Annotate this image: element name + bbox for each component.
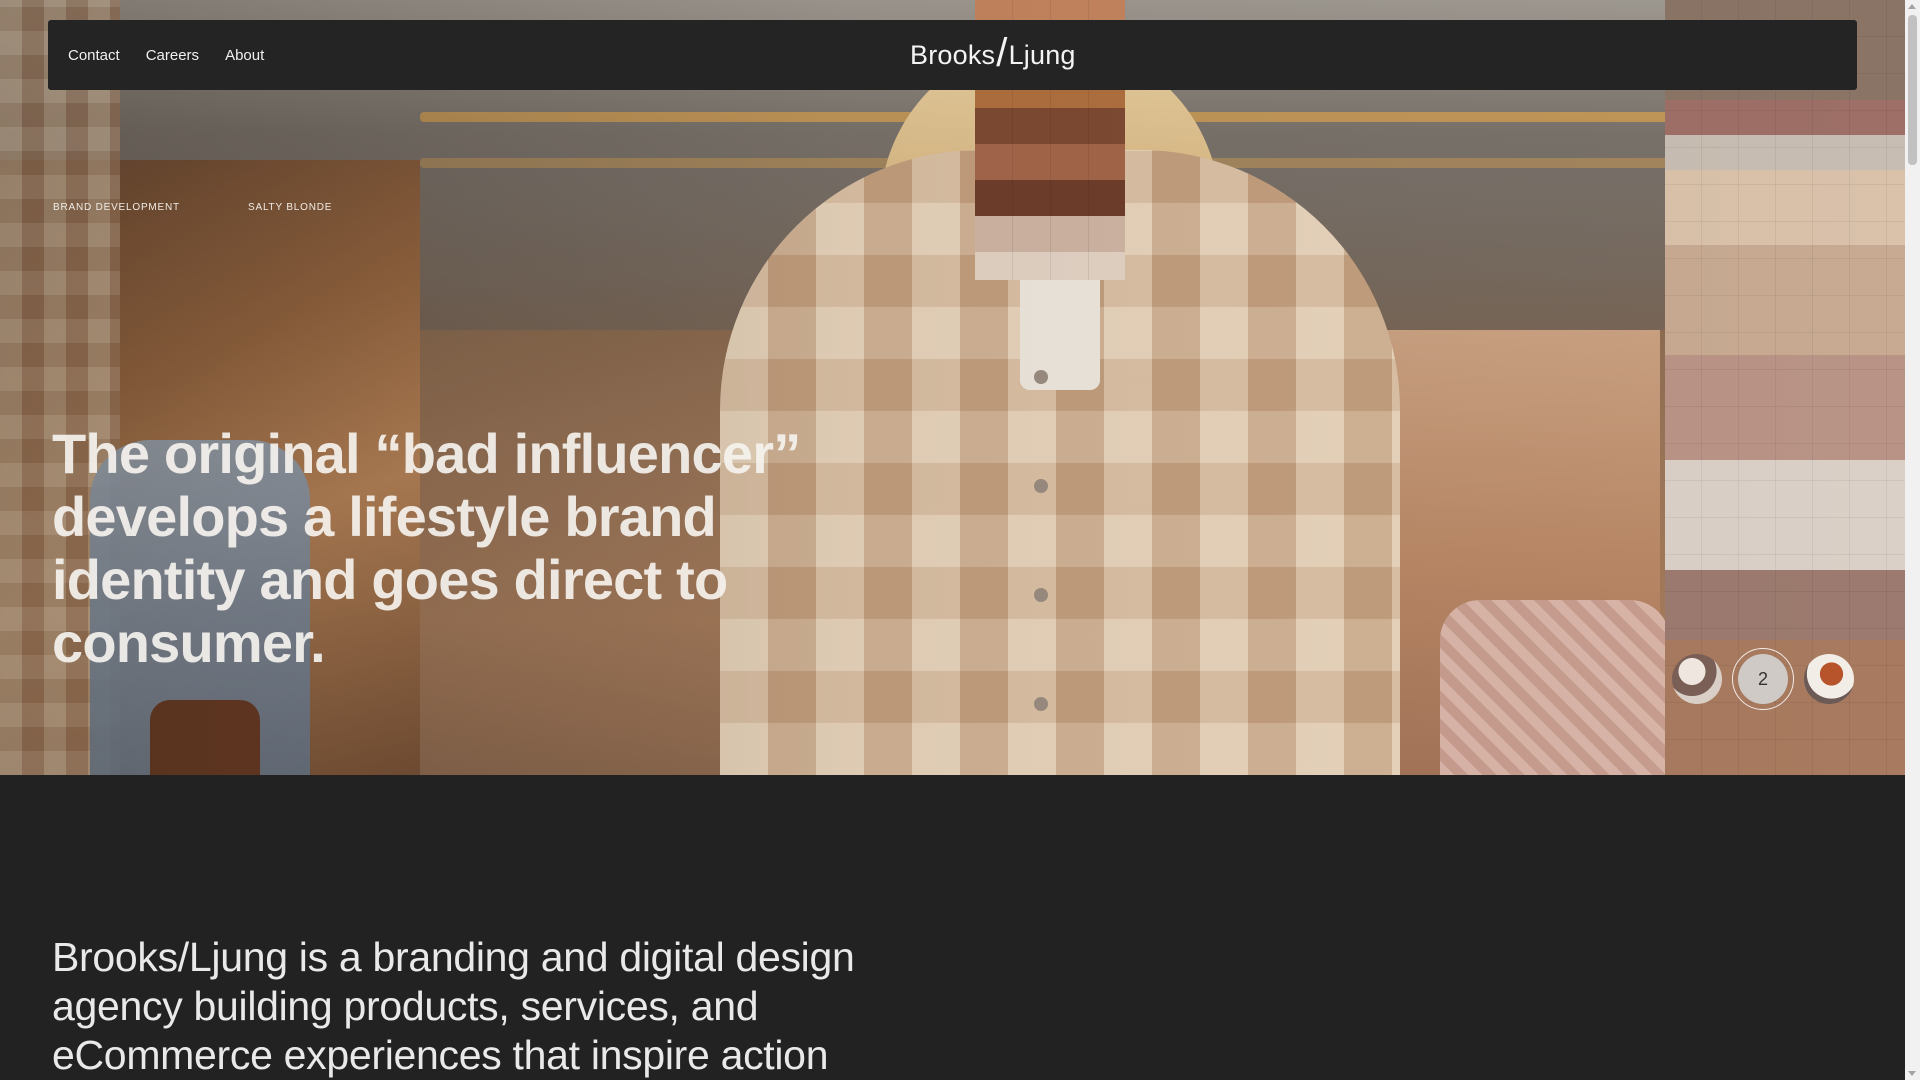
nav-link-contact[interactable]: Contact bbox=[68, 47, 120, 64]
slide-selector: 2 bbox=[1672, 648, 1854, 710]
scroll-up-arrow-icon[interactable] bbox=[1908, 4, 1916, 9]
logo-text-brooks: Brooks bbox=[910, 39, 996, 70]
logo-slash: / bbox=[996, 30, 1008, 75]
page-scrollbar[interactable] bbox=[1905, 0, 1920, 1080]
intro-statement: Brooks/Ljung is a branding and digital d… bbox=[52, 934, 855, 1078]
slide-active-indicator[interactable]: 2 bbox=[1732, 648, 1794, 710]
scrollbar-thumb[interactable] bbox=[1908, 15, 1917, 165]
hero-tag-client: SALTY BLONDE bbox=[248, 202, 333, 213]
slide-thumbnail-previous[interactable] bbox=[1672, 654, 1722, 704]
hero-section: BRAND DEVELOPMENT SALTY BLONDE The origi… bbox=[0, 0, 1905, 775]
top-navigation: Contact Careers About Brooks / Ljung bbox=[48, 20, 1857, 90]
slide-thumbnail-next[interactable] bbox=[1804, 654, 1854, 704]
brand-logo[interactable]: Brooks / Ljung bbox=[910, 30, 1076, 76]
nav-links: Contact Careers About bbox=[68, 20, 264, 90]
nav-link-about[interactable]: About bbox=[225, 47, 264, 64]
logo-text-ljung: Ljung bbox=[1008, 39, 1076, 70]
slide-number: 2 bbox=[1738, 654, 1788, 704]
nav-link-careers[interactable]: Careers bbox=[146, 47, 199, 64]
hero-tag-category: BRAND DEVELOPMENT bbox=[53, 202, 180, 213]
scroll-down-arrow-icon[interactable] bbox=[1908, 1071, 1916, 1076]
hero-title: The original “bad influencer” develops a… bbox=[52, 422, 801, 674]
